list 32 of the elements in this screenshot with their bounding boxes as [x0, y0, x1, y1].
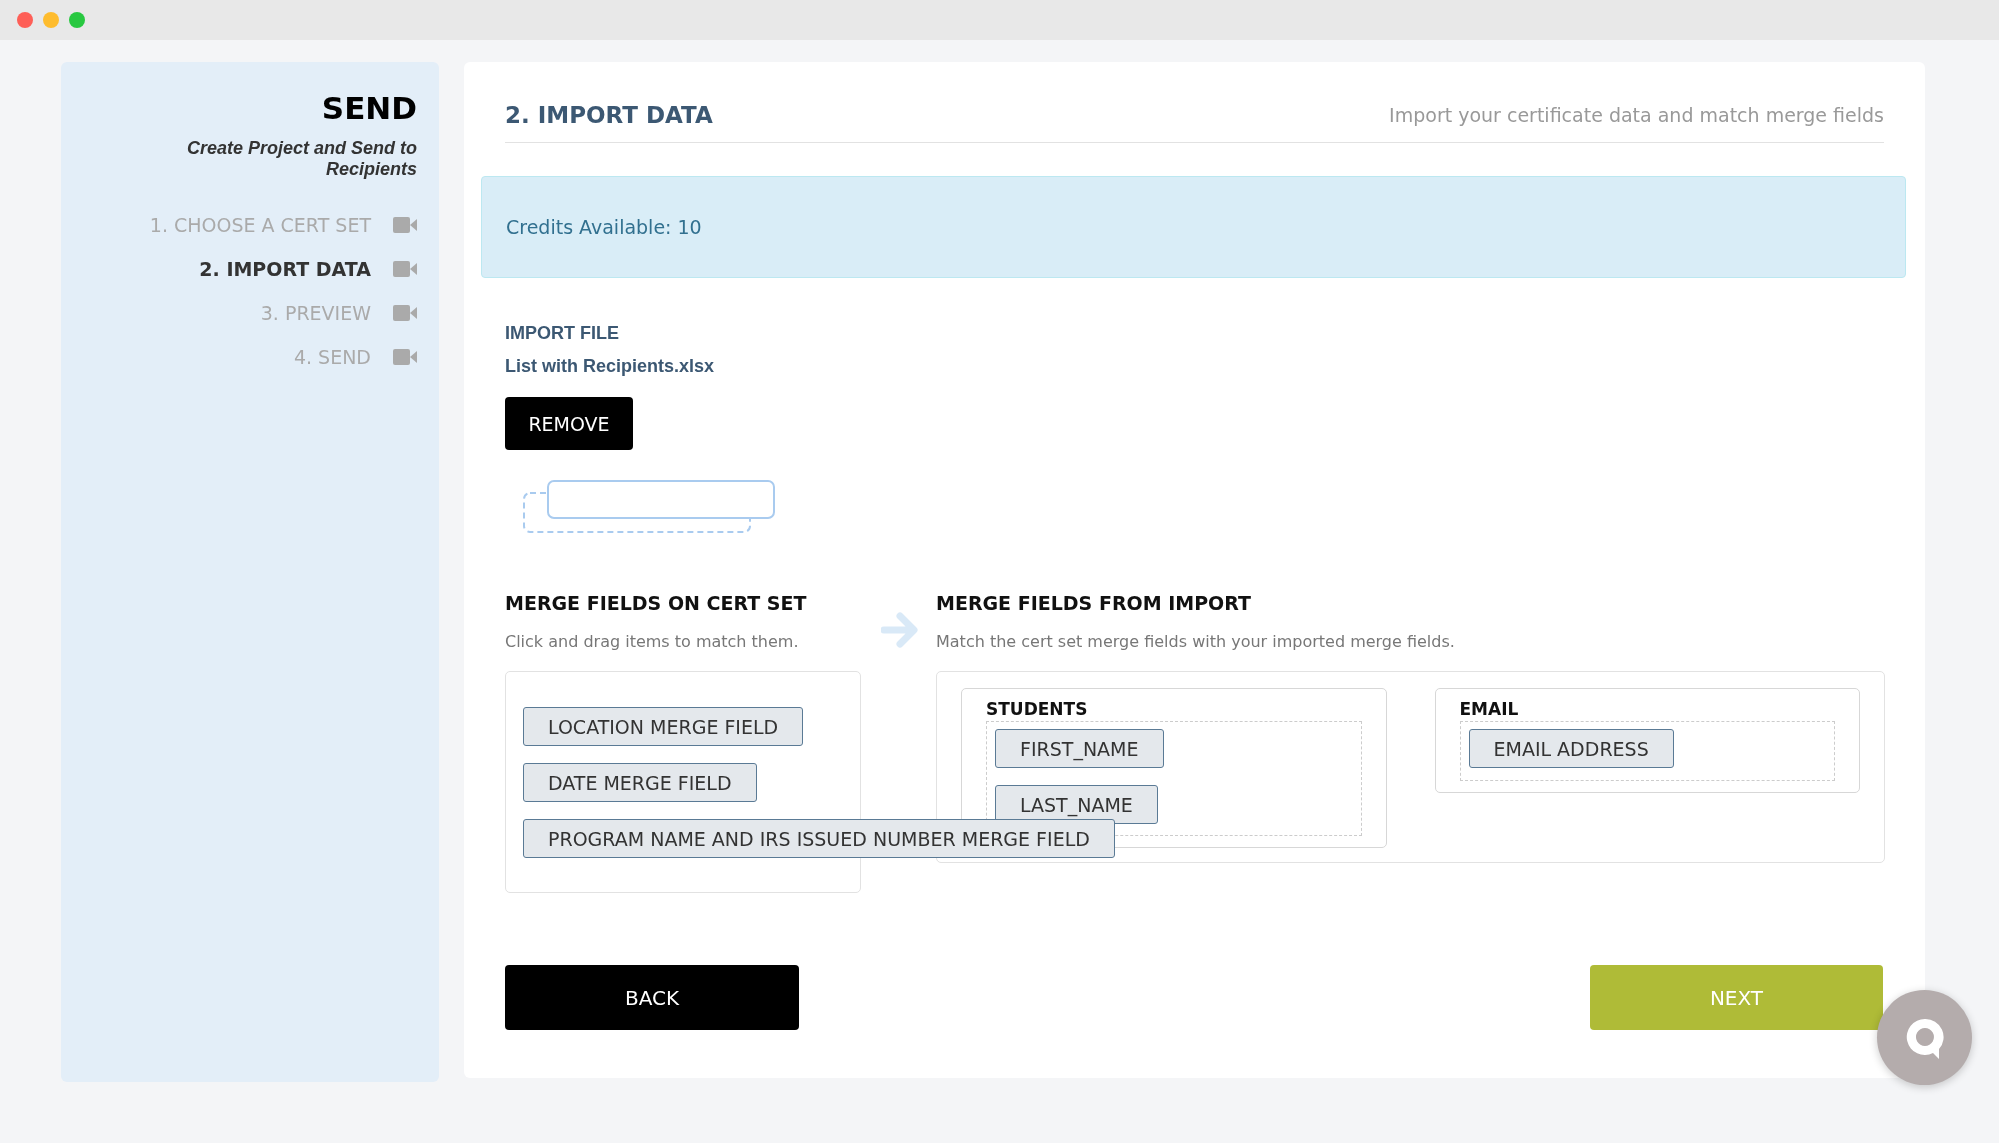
page-title: 2. IMPORT DATA	[505, 102, 713, 128]
remove-button[interactable]: REMOVE	[505, 397, 633, 450]
video-camera-icon[interactable]	[393, 261, 417, 277]
sidebar-subtitle: Create Project and Send to Recipients	[185, 138, 417, 180]
merge-field-chip[interactable]: LOCATION MERGE FIELD	[523, 707, 804, 746]
section-hint: Match the cert set merge fields with your imported merge fields.	[936, 632, 1456, 651]
group-title: STUDENTS	[986, 699, 1089, 719]
section-hint: Click and drag items to match them.	[505, 632, 800, 651]
section-heading: MERGE FIELDS ON CERT SET	[505, 592, 808, 614]
file-name: List with Recipients.xlsx	[505, 356, 716, 377]
close-icon[interactable]	[17, 12, 33, 28]
chat-button[interactable]	[1877, 990, 1972, 1085]
video-camera-icon[interactable]	[393, 305, 417, 321]
page-description: Import your certificate data and match merge fields	[1389, 104, 1884, 126]
step-link[interactable]: 2. IMPORT DATA	[199, 258, 371, 280]
sidebar-title: SEND	[321, 90, 417, 126]
group-title: EMAIL	[1459, 699, 1520, 719]
merge-field-chip[interactable]: DATE MERGE FIELD	[523, 763, 757, 802]
back-button[interactable]: BACK	[505, 965, 799, 1030]
arrow-right-icon	[881, 612, 919, 648]
merge-field-chip[interactable]: PROGRAM NAME AND IRS ISSUED NUMBER MERGE FIELD	[523, 819, 1115, 858]
video-camera-icon[interactable]	[393, 349, 417, 365]
video-camera-icon[interactable]	[393, 217, 417, 233]
maximize-icon[interactable]	[69, 12, 85, 28]
credits-text: Credits Available: 10	[506, 216, 702, 238]
section-heading: MERGE FIELDS FROM IMPORT	[936, 592, 1252, 614]
merge-field-chip[interactable]: EMAIL ADDRESS	[1468, 729, 1674, 768]
drop-zone[interactable]: EMAIL ADDRESS	[1459, 721, 1835, 781]
import-file-label: IMPORT FILE	[505, 323, 620, 344]
minimize-icon[interactable]	[43, 12, 59, 28]
drop-placeholder-icon	[523, 480, 775, 534]
merge-field-chip[interactable]: FIRST_NAME	[995, 729, 1164, 768]
